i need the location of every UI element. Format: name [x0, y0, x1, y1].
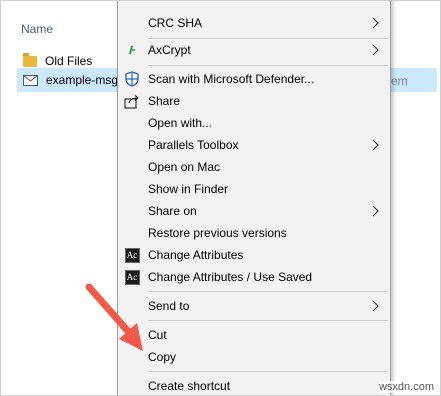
chevron-right-icon — [372, 17, 379, 29]
menu-separator — [148, 65, 388, 66]
menu-item-label: Change Attributes — [148, 248, 244, 262]
folder-icon — [23, 52, 37, 67]
menu-item-label: Create shortcut — [148, 379, 231, 393]
menu-item-label: Open with... — [148, 116, 213, 130]
menu-item-label: Open on Mac — [148, 160, 221, 174]
axcrypt-icon — [123, 42, 141, 58]
column-fragment: em — [391, 74, 408, 88]
chevron-right-icon — [372, 205, 379, 217]
share-icon — [123, 93, 141, 109]
menu-separator — [148, 320, 388, 321]
watermark: wsxdn.com — [378, 381, 434, 393]
menu-item-label: Share on — [148, 204, 197, 218]
menu-item-label: Show in Finder — [148, 182, 229, 196]
menu-item-label: Restore previous versions — [148, 226, 287, 240]
menu-item-parallels-toolbox[interactable]: Parallels Toolbox — [118, 134, 390, 156]
menu-item-open-with[interactable]: Open with... — [118, 112, 390, 134]
menu-item-label: Parallels Toolbox — [148, 138, 239, 152]
menu-item-share-on[interactable]: Share on — [118, 200, 390, 222]
chevron-right-icon — [372, 139, 379, 151]
defender-icon — [123, 71, 141, 87]
menu-item-change-attributes[interactable]: Ac Change Attributes — [118, 244, 390, 266]
menu-separator — [148, 371, 388, 372]
menu-item-axcrypt[interactable]: AxCrypt — [118, 39, 390, 61]
menu-item-label: Share — [148, 94, 181, 108]
chevron-right-icon — [372, 44, 379, 56]
file-name: Old Files — [45, 54, 93, 68]
menu-item-label: Scan with Microsoft Defender... — [148, 72, 315, 86]
annotation-arrow-icon — [85, 283, 143, 351]
screenshot-frame: Name Old Files example-msg em CRC SHA Ax… — [0, 0, 441, 396]
menu-item-restore-previous-versions[interactable]: Restore previous versions — [118, 222, 390, 244]
menu-item-open-on-mac[interactable]: Open on Mac — [118, 156, 390, 178]
menu-separator — [148, 291, 388, 292]
attributes-icon: Ac — [123, 247, 141, 263]
menu-item-crc-sha[interactable]: CRC SHA — [118, 12, 390, 34]
menu-item-label: Change Attributes / Use Saved — [148, 270, 313, 284]
file-name: example-msg — [46, 73, 119, 87]
chevron-right-icon — [372, 300, 379, 312]
menu-item-scan-defender[interactable]: Scan with Microsoft Defender... — [118, 68, 390, 90]
menu-item-label: AxCrypt — [148, 43, 191, 57]
menu-item-create-shortcut[interactable]: Create shortcut — [118, 375, 390, 395]
name-column-header[interactable]: Name — [21, 22, 53, 36]
mail-icon — [23, 74, 38, 86]
menu-item-show-in-finder[interactable]: Show in Finder — [118, 178, 390, 200]
menu-item-share[interactable]: Share — [118, 90, 390, 112]
menu-item-label: CRC SHA — [148, 16, 203, 30]
